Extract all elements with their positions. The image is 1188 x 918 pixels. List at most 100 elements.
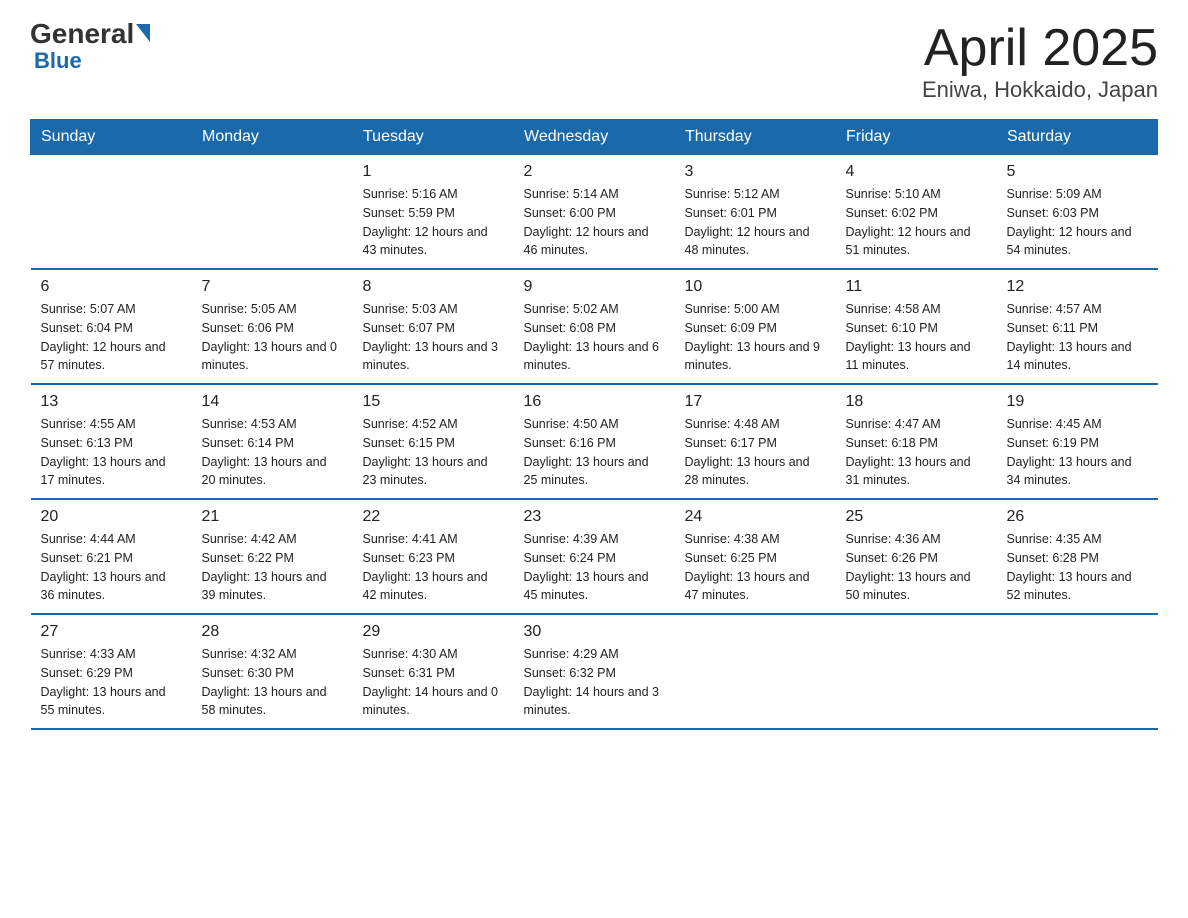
logo-triangle-icon: [136, 24, 150, 42]
table-row: 4 Sunrise: 5:10 AM Sunset: 6:02 PM Daylig…: [836, 155, 997, 270]
day-info: Sunrise: 4:52 AM Sunset: 6:15 PM Dayligh…: [363, 415, 504, 490]
logo: General Blue: [30, 20, 150, 74]
table-row: 28 Sunrise: 4:32 AM Sunset: 6:30 PM Dayli…: [192, 614, 353, 729]
calendar-week-row: 1 Sunrise: 5:16 AM Sunset: 5:59 PM Daylig…: [31, 155, 1158, 270]
table-row: 25 Sunrise: 4:36 AM Sunset: 6:26 PM Dayli…: [836, 499, 997, 614]
day-info: Sunrise: 4:35 AM Sunset: 6:28 PM Dayligh…: [1007, 530, 1148, 605]
day-number: 21: [202, 508, 343, 526]
day-number: 5: [1007, 163, 1148, 181]
calendar-header-row: Sunday Monday Tuesday Wednesday Thursday…: [31, 120, 1158, 155]
header-sunday: Sunday: [31, 120, 192, 155]
header-tuesday: Tuesday: [353, 120, 514, 155]
day-info: Sunrise: 4:47 AM Sunset: 6:18 PM Dayligh…: [846, 415, 987, 490]
day-info: Sunrise: 4:55 AM Sunset: 6:13 PM Dayligh…: [41, 415, 182, 490]
calendar-week-row: 27Sunrise: 4:33 AM Sunset: 6:29 PM Dayli…: [31, 614, 1158, 729]
header-friday: Friday: [836, 120, 997, 155]
day-info: Sunrise: 5:02 AM Sunset: 6:08 PM Dayligh…: [524, 300, 665, 375]
day-info: Sunrise: 5:14 AM Sunset: 6:00 PM Dayligh…: [524, 185, 665, 260]
table-row: 3Sunrise: 5:12 AM Sunset: 6:01 PM Daylig…: [675, 155, 836, 270]
header-thursday: Thursday: [675, 120, 836, 155]
day-info: Sunrise: 4:42 AM Sunset: 6:22 PM Dayligh…: [202, 530, 343, 605]
title-block: April 2025 Eniwa, Hokkaido, Japan: [922, 20, 1158, 103]
table-row: 5 Sunrise: 5:09 AM Sunset: 6:03 PM Daylig…: [997, 155, 1158, 270]
day-number: 4: [846, 163, 987, 181]
day-number: 6: [41, 278, 182, 296]
logo-general-text: General: [30, 20, 134, 48]
day-info: Sunrise: 5:09 AM Sunset: 6:03 PM Dayligh…: [1007, 185, 1148, 260]
calendar-week-row: 20 Sunrise: 4:44 AM Sunset: 6:21 PM Dayli…: [31, 499, 1158, 614]
table-row: [675, 614, 836, 729]
page-subtitle: Eniwa, Hokkaido, Japan: [922, 77, 1158, 103]
day-info: Sunrise: 4:38 AM Sunset: 6:25 PM Dayligh…: [685, 530, 826, 605]
table-row: 12 Sunrise: 4:57 AM Sunset: 6:11 PM Dayli…: [997, 269, 1158, 384]
day-info: Sunrise: 4:57 AM Sunset: 6:11 PM Dayligh…: [1007, 300, 1148, 375]
table-row: 22 Sunrise: 4:41 AM Sunset: 6:23 PM Dayli…: [353, 499, 514, 614]
day-number: 12: [1007, 278, 1148, 296]
day-number: 11: [846, 278, 987, 296]
day-info: Sunrise: 4:29 AM Sunset: 6:32 PM Dayligh…: [524, 645, 665, 720]
day-info: Sunrise: 4:44 AM Sunset: 6:21 PM Dayligh…: [41, 530, 182, 605]
table-row: 23 Sunrise: 4:39 AM Sunset: 6:24 PM Dayli…: [514, 499, 675, 614]
day-number: 24: [685, 508, 826, 526]
day-number: 22: [363, 508, 504, 526]
header-saturday: Saturday: [997, 120, 1158, 155]
day-info: Sunrise: 4:39 AM Sunset: 6:24 PM Dayligh…: [524, 530, 665, 605]
day-number: 30: [524, 623, 665, 641]
day-info: Sunrise: 4:36 AM Sunset: 6:26 PM Dayligh…: [846, 530, 987, 605]
page-header: General Blue April 2025 Eniwa, Hokkaido,…: [30, 20, 1158, 103]
day-info: Sunrise: 4:30 AM Sunset: 6:31 PM Dayligh…: [363, 645, 504, 720]
day-number: 25: [846, 508, 987, 526]
day-info: Sunrise: 4:58 AM Sunset: 6:10 PM Dayligh…: [846, 300, 987, 375]
day-number: 28: [202, 623, 343, 641]
table-row: 2Sunrise: 5:14 AM Sunset: 6:00 PM Daylig…: [514, 155, 675, 270]
day-number: 7: [202, 278, 343, 296]
day-info: Sunrise: 5:03 AM Sunset: 6:07 PM Dayligh…: [363, 300, 504, 375]
day-info: Sunrise: 5:00 AM Sunset: 6:09 PM Dayligh…: [685, 300, 826, 375]
calendar-table: Sunday Monday Tuesday Wednesday Thursday…: [30, 119, 1158, 730]
day-info: Sunrise: 4:45 AM Sunset: 6:19 PM Dayligh…: [1007, 415, 1148, 490]
day-info: Sunrise: 5:16 AM Sunset: 5:59 PM Dayligh…: [363, 185, 504, 260]
day-info: Sunrise: 5:05 AM Sunset: 6:06 PM Dayligh…: [202, 300, 343, 375]
calendar-week-row: 13 Sunrise: 4:55 AM Sunset: 6:13 PM Dayli…: [31, 384, 1158, 499]
day-number: 10: [685, 278, 826, 296]
day-number: 23: [524, 508, 665, 526]
table-row: 13 Sunrise: 4:55 AM Sunset: 6:13 PM Dayli…: [31, 384, 192, 499]
table-row: 21 Sunrise: 4:42 AM Sunset: 6:22 PM Dayli…: [192, 499, 353, 614]
table-row: [31, 155, 192, 270]
day-number: 17: [685, 393, 826, 411]
header-monday: Monday: [192, 120, 353, 155]
day-number: 15: [363, 393, 504, 411]
day-info: Sunrise: 4:32 AM Sunset: 6:30 PM Dayligh…: [202, 645, 343, 720]
table-row: 24 Sunrise: 4:38 AM Sunset: 6:25 PM Dayli…: [675, 499, 836, 614]
table-row: 8 Sunrise: 5:03 AM Sunset: 6:07 PM Daylig…: [353, 269, 514, 384]
table-row: 1 Sunrise: 5:16 AM Sunset: 5:59 PM Daylig…: [353, 155, 514, 270]
calendar-week-row: 6Sunrise: 5:07 AM Sunset: 6:04 PM Daylig…: [31, 269, 1158, 384]
table-row: 15 Sunrise: 4:52 AM Sunset: 6:15 PM Dayli…: [353, 384, 514, 499]
day-number: 1: [363, 163, 504, 181]
day-number: 20: [41, 508, 182, 526]
day-info: Sunrise: 4:41 AM Sunset: 6:23 PM Dayligh…: [363, 530, 504, 605]
day-info: Sunrise: 4:53 AM Sunset: 6:14 PM Dayligh…: [202, 415, 343, 490]
page-title: April 2025: [922, 20, 1158, 77]
table-row: 6Sunrise: 5:07 AM Sunset: 6:04 PM Daylig…: [31, 269, 192, 384]
day-number: 26: [1007, 508, 1148, 526]
day-info: Sunrise: 4:33 AM Sunset: 6:29 PM Dayligh…: [41, 645, 182, 720]
day-number: 8: [363, 278, 504, 296]
day-info: Sunrise: 5:12 AM Sunset: 6:01 PM Dayligh…: [685, 185, 826, 260]
table-row: 18Sunrise: 4:47 AM Sunset: 6:18 PM Dayli…: [836, 384, 997, 499]
table-row: 14Sunrise: 4:53 AM Sunset: 6:14 PM Dayli…: [192, 384, 353, 499]
table-row: 30 Sunrise: 4:29 AM Sunset: 6:32 PM Dayli…: [514, 614, 675, 729]
table-row: [836, 614, 997, 729]
day-number: 13: [41, 393, 182, 411]
table-row: 29 Sunrise: 4:30 AM Sunset: 6:31 PM Dayli…: [353, 614, 514, 729]
table-row: 10 Sunrise: 5:00 AM Sunset: 6:09 PM Dayli…: [675, 269, 836, 384]
table-row: 16Sunrise: 4:50 AM Sunset: 6:16 PM Dayli…: [514, 384, 675, 499]
table-row: 27Sunrise: 4:33 AM Sunset: 6:29 PM Dayli…: [31, 614, 192, 729]
table-row: 7 Sunrise: 5:05 AM Sunset: 6:06 PM Daylig…: [192, 269, 353, 384]
table-row: 20 Sunrise: 4:44 AM Sunset: 6:21 PM Dayli…: [31, 499, 192, 614]
day-info: Sunrise: 5:10 AM Sunset: 6:02 PM Dayligh…: [846, 185, 987, 260]
day-info: Sunrise: 4:50 AM Sunset: 6:16 PM Dayligh…: [524, 415, 665, 490]
logo-blue-text: Blue: [34, 48, 82, 74]
day-number: 29: [363, 623, 504, 641]
table-row: 11 Sunrise: 4:58 AM Sunset: 6:10 PM Dayli…: [836, 269, 997, 384]
